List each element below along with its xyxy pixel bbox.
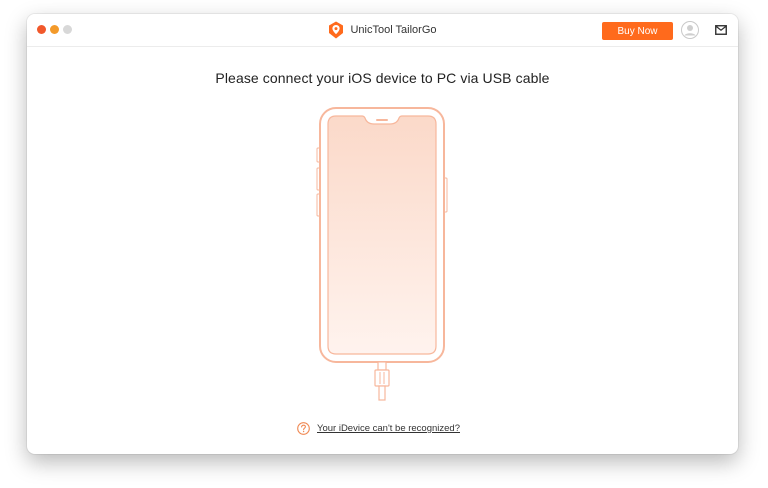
usb-cable-icon bbox=[374, 361, 390, 401]
phone-illustration bbox=[316, 107, 448, 401]
app-title: UnicTool TailorGo bbox=[350, 24, 437, 36]
unictool-logo-icon bbox=[329, 21, 344, 39]
device-not-recognized-link[interactable]: Your iDevice can't be recognized? bbox=[317, 423, 460, 434]
connect-instruction-heading: Please connect your iOS device to PC via… bbox=[215, 70, 550, 86]
buy-now-button[interactable]: Buy Now bbox=[602, 22, 673, 40]
user-avatar-icon[interactable] bbox=[681, 21, 699, 39]
mail-icon[interactable] bbox=[715, 25, 727, 35]
app-window: UnicTool TailorGo Buy Now Please connect… bbox=[27, 14, 738, 454]
title-bar: UnicTool TailorGo Buy Now bbox=[27, 14, 738, 47]
device-not-recognized-help[interactable]: Your iDevice can't be recognized? bbox=[297, 422, 460, 435]
question-circle-icon bbox=[297, 422, 310, 435]
